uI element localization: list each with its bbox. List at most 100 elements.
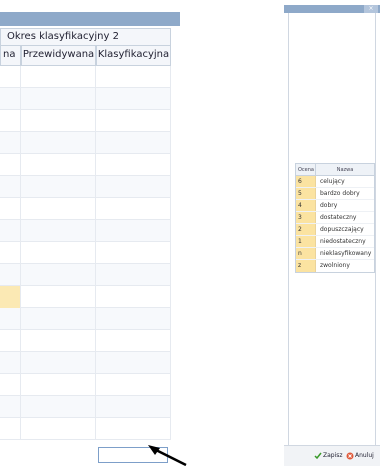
grid-cell-predicted[interactable] <box>21 176 96 198</box>
grid-cell-prev[interactable] <box>0 132 21 154</box>
grid-cell-final[interactable] <box>96 308 171 330</box>
grid-cell-prev[interactable] <box>0 286 21 308</box>
list-item[interactable]: 5 bardzo dobry <box>296 188 374 200</box>
grade-name: bardzo dobry <box>320 190 360 197</box>
grid-cell-predicted[interactable] <box>21 154 96 176</box>
grid-cell-prev[interactable] <box>0 242 21 264</box>
grid-cell-final[interactable] <box>96 264 171 286</box>
list-item[interactable]: 6 celujący <box>296 176 374 188</box>
table-row <box>0 110 171 132</box>
grade-name: dostateczny <box>320 214 357 221</box>
cancel-icon <box>346 452 354 459</box>
grid-cell-final[interactable] <box>96 198 171 220</box>
grade-symbol: 5 <box>296 188 316 199</box>
grid-cell-prev[interactable] <box>0 352 21 374</box>
grade-name: celujący <box>320 178 345 185</box>
list-item[interactable]: 3 dostateczny <box>296 212 374 224</box>
popup-button-bar: Zapisz Anuluj <box>284 445 380 466</box>
grid-toolbar <box>0 12 180 26</box>
grid-cell-final[interactable] <box>96 110 171 132</box>
grid-cell-prev[interactable] <box>0 88 21 110</box>
table-row <box>0 264 171 286</box>
list-item[interactable]: 4 dobry <box>296 200 374 212</box>
grade-symbol: 4 <box>296 200 316 211</box>
grid-cell-prev[interactable] <box>0 308 21 330</box>
grid-cell-predicted[interactable] <box>21 352 96 374</box>
grid-cell-final[interactable] <box>96 66 171 88</box>
column-header-final[interactable]: Klasyfikacyjna <box>96 46 171 66</box>
grid-cell-final[interactable] <box>96 286 171 308</box>
grade-name: dobry <box>320 202 338 209</box>
list-item[interactable]: n nieklasyfikowany <box>296 248 374 260</box>
grid-cell-predicted[interactable] <box>21 88 96 110</box>
grade-name: zwolniony <box>320 262 350 269</box>
list-item[interactable]: z zwolniony <box>296 260 374 272</box>
cancel-button[interactable]: Anuluj <box>346 450 378 462</box>
grade-symbol: 1 <box>296 236 316 247</box>
grid-cell-predicted[interactable] <box>21 66 96 88</box>
grid-cell-prev[interactable] <box>0 418 21 440</box>
grid-body <box>0 66 171 444</box>
table-row <box>0 374 171 396</box>
table-row <box>0 66 171 88</box>
table-row <box>0 242 171 264</box>
grade-name: dopuszczający <box>320 226 364 233</box>
grid-cell-prev[interactable] <box>0 264 21 286</box>
grid-cell-predicted[interactable] <box>21 308 96 330</box>
grid-cell-prev[interactable] <box>0 154 21 176</box>
close-icon[interactable]: × <box>364 5 378 13</box>
grid-cell-predicted[interactable] <box>21 418 96 440</box>
grade-grid-panel: Okres klasyfikacyjny 2 na Przewidywana K… <box>0 0 187 466</box>
grid-cell-prev[interactable] <box>0 396 21 418</box>
column-header-predicted[interactable]: Przewidywana <box>21 46 96 66</box>
table-row <box>0 286 171 308</box>
cancel-label: Anuluj <box>355 452 374 459</box>
grid-cell-prev[interactable] <box>0 330 21 352</box>
checkmark-icon <box>314 452 322 459</box>
grid-cell-predicted[interactable] <box>21 330 96 352</box>
grid-cell-final[interactable] <box>96 242 171 264</box>
grade-symbol: z <box>296 260 316 272</box>
grade-name: niedostateczny <box>320 238 366 245</box>
scale-table-rows: 6 celujący 5 bardzo dobry 4 dobry 3 dostateczny… <box>296 176 374 272</box>
grid-cell-prev[interactable] <box>0 66 21 88</box>
grid-cell-final[interactable] <box>96 418 171 440</box>
grid-cell-final[interactable] <box>96 88 171 110</box>
grid-cell-predicted[interactable] <box>21 110 96 132</box>
column-header-prev[interactable]: na <box>0 46 21 66</box>
grid-cell-predicted[interactable] <box>21 220 96 242</box>
grid-cell-final[interactable] <box>96 330 171 352</box>
grid-cell-final[interactable] <box>96 374 171 396</box>
grade-symbol: 3 <box>296 212 316 223</box>
list-item[interactable]: 1 niedostateczny <box>296 236 374 248</box>
grade-symbol: 6 <box>296 176 316 187</box>
table-row <box>0 308 171 330</box>
grid-cell-predicted[interactable] <box>21 264 96 286</box>
list-item[interactable]: 2 dopuszczający <box>296 224 374 236</box>
grid-cell-predicted[interactable] <box>21 198 96 220</box>
grid-cell-predicted[interactable] <box>21 286 96 308</box>
grid-cell-predicted[interactable] <box>21 396 96 418</box>
grid-cell-predicted[interactable] <box>21 132 96 154</box>
grid-cell-predicted[interactable] <box>21 242 96 264</box>
scale-table-header: Ocena Nazwa <box>296 164 374 176</box>
table-row <box>0 418 171 440</box>
table-row <box>0 132 171 154</box>
grid-cell-final[interactable] <box>96 176 171 198</box>
grade-scale-table: Ocena Nazwa 6 celujący 5 bardzo dobry 4 dobry… <box>295 163 375 273</box>
table-row <box>0 88 171 110</box>
table-row <box>0 396 171 418</box>
grid-cell-prev[interactable] <box>0 374 21 396</box>
grid-cell-prev[interactable] <box>0 110 21 132</box>
grid-cell-final[interactable] <box>96 396 171 418</box>
grid-cell-predicted[interactable] <box>21 374 96 396</box>
grid-cell-final[interactable] <box>96 220 171 242</box>
grid-cell-final[interactable] <box>96 154 171 176</box>
grid-cell-prev[interactable] <box>0 220 21 242</box>
save-button[interactable]: Zapisz <box>314 450 344 462</box>
grid-cell-prev[interactable] <box>0 176 21 198</box>
grid-cell-final[interactable] <box>96 132 171 154</box>
grid-cell-final[interactable] <box>96 352 171 374</box>
scale-header-name: Nazwa <box>336 167 354 173</box>
grid-cell-prev[interactable] <box>0 198 21 220</box>
